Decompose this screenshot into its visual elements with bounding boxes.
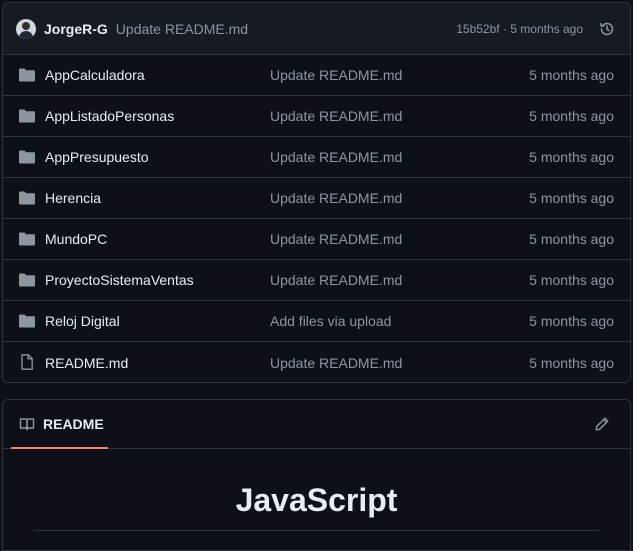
file-row[interactable]: AppCalculadora Update README.md 5 months a… [3,55,630,96]
file-commit-age: 5 months ago [529,108,614,124]
file-commit-age: 5 months ago [529,354,614,371]
file-name-link[interactable]: README.md [45,355,128,371]
file-commit-age: 5 months ago [529,149,614,165]
file-icon [18,354,36,370]
file-browser: JorgeR-G Update README.md 15b52bf · 5 mo… [2,2,631,383]
file-commit-age: 5 months ago [529,272,614,288]
readme-heading: JavaScript [235,482,398,518]
file-commit-message-link[interactable]: Add files via upload [270,313,391,329]
file-row[interactable]: Herencia Update README.md 5 months ago [3,178,630,219]
file-commit-age: 5 months ago [529,313,614,329]
file-commit-age: 5 months ago [529,190,614,206]
file-commit-message-link[interactable]: Update README.md [270,190,402,206]
file-commit-message-link[interactable]: Update README.md [270,67,402,83]
file-name-link[interactable]: AppPresupuesto [45,149,149,165]
commit-hash-and-age[interactable]: 15b52bf · 5 months ago [456,22,583,36]
file-row[interactable]: Reloj Digital Add files via upload 5 month… [3,301,630,342]
folder-icon [18,149,36,165]
folder-icon [18,272,36,288]
pencil-icon[interactable] [594,416,610,432]
folder-icon [18,190,36,206]
file-commit-message-link[interactable]: Update README.md [270,272,402,288]
readme-tab[interactable]: README [11,400,108,448]
file-name-link[interactable]: AppListadoPersonas [45,108,174,124]
book-icon [19,416,35,432]
file-name-link[interactable]: MundoPC [45,231,107,247]
folder-icon [18,313,36,329]
file-commit-message-link[interactable]: Update README.md [270,108,402,124]
file-commit-message-link[interactable]: Update README.md [270,355,402,371]
file-row[interactable]: AppPresupuesto Update README.md 5 months a… [3,137,630,178]
readme-header: README [3,400,630,449]
readme-panel: README JavaScript [2,399,631,551]
readme-tab-label: README [43,416,104,432]
file-name-link[interactable]: AppCalculadora [45,67,145,83]
folder-icon [18,231,36,247]
file-name-link[interactable]: Reloj Digital [45,313,120,329]
file-commit-age: 5 months ago [529,231,614,247]
file-row[interactable]: ProyectoSistemaVentas Update README.md 5 m… [3,260,630,301]
avatar[interactable] [16,18,36,39]
file-commit-message-link[interactable]: Update README.md [270,149,402,165]
file-commit-message-link[interactable]: Update README.md [270,231,402,247]
file-row[interactable]: README.md Update README.md 5 months ago [3,342,630,382]
commit-author-link[interactable]: JorgeR-G [44,21,108,37]
file-row[interactable]: AppListadoPersonas Update README.md 5 mont… [3,96,630,137]
file-name-link[interactable]: Herencia [45,190,101,206]
active-tab-indicator [11,447,108,449]
commit-message-link[interactable]: Update README.md [116,21,248,37]
heading-divider [34,530,599,531]
folder-icon [18,108,36,124]
file-row[interactable]: MundoPC Update README.md 5 months ago [3,219,630,260]
file-name-link[interactable]: ProyectoSistemaVentas [45,272,194,288]
folder-icon [18,67,36,83]
latest-commit-bar: JorgeR-G Update README.md 15b52bf · 5 mo… [3,3,630,55]
file-commit-age: 5 months ago [529,67,614,83]
history-icon[interactable] [598,20,616,38]
file-list: AppCalculadora Update README.md 5 months a… [3,55,630,382]
